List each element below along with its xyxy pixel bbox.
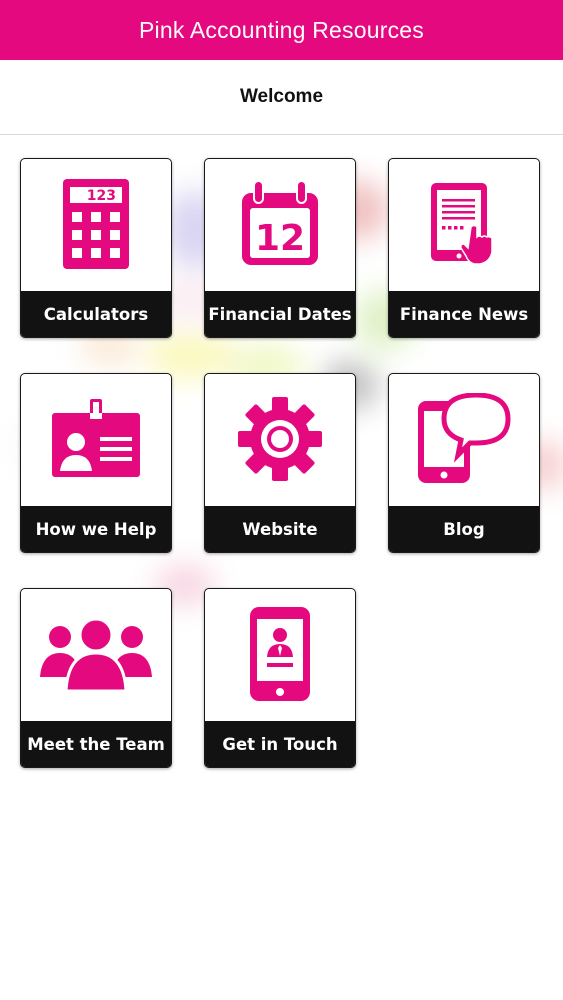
tile-label: Blog [443, 519, 485, 539]
tile-finance-news[interactable]: Finance News [388, 158, 540, 338]
calculator-display-text: 123 [87, 188, 116, 204]
tile-icon-area [389, 159, 539, 289]
tile-label: Get in Touch [222, 734, 338, 754]
tile-icon-area [21, 589, 171, 719]
tile-label: Meet the Team [27, 734, 165, 754]
tile-label-bar: Get in Touch [205, 721, 355, 767]
tile-label: How we Help [35, 519, 157, 539]
tile-website[interactable]: Website [204, 373, 356, 553]
tile-label-bar: Meet the Team [21, 721, 171, 767]
tile-icon-area [21, 374, 171, 504]
tile-icon-area: 123 [21, 159, 171, 289]
tile-calculators[interactable]: 123 Calculators [20, 158, 172, 338]
tile-label-bar: Financial Dates [205, 291, 355, 337]
phone-contact-icon [250, 607, 310, 701]
tile-meet-the-team[interactable]: Meet the Team [20, 588, 172, 768]
tile-label-bar: Calculators [21, 291, 171, 337]
app-title: Pink Accounting Resources [139, 16, 424, 43]
tile-label: Finance News [399, 304, 529, 324]
calendar-icon: 12 [242, 181, 318, 265]
tile-label-bar: How we Help [21, 506, 171, 552]
page-header: Welcome [0, 60, 563, 135]
tile-blog[interactable]: Blog [388, 373, 540, 553]
tile-icon-area [389, 374, 539, 504]
tile-label-bar: Blog [389, 506, 539, 552]
tablet-news-icon [431, 183, 493, 265]
tile-icon-area [205, 589, 355, 719]
calendar-day-text: 12 [255, 218, 305, 259]
id-badge-icon [52, 399, 140, 477]
tile-label: Financial Dates [208, 304, 352, 324]
tile-label: Calculators [43, 304, 149, 324]
tile-icon-area [205, 374, 355, 504]
app-header-bar: Pink Accounting Resources [0, 0, 563, 60]
tile-label-bar: Website [205, 506, 355, 552]
page-title: Welcome [239, 86, 324, 107]
tile-get-in-touch[interactable]: Get in Touch [204, 588, 356, 768]
phone-chat-icon [418, 393, 511, 483]
tile-how-we-help[interactable]: How we Help [20, 373, 172, 553]
calculator-icon: 123 [63, 179, 129, 269]
gear-icon [238, 397, 322, 481]
tile-label: Website [242, 519, 318, 539]
tile-icon-area: 12 [205, 159, 355, 289]
tile-label-bar: Finance News [389, 291, 539, 337]
team-icon [40, 617, 152, 693]
tile-financial-dates[interactable]: 12 Financial Dates [204, 158, 356, 338]
